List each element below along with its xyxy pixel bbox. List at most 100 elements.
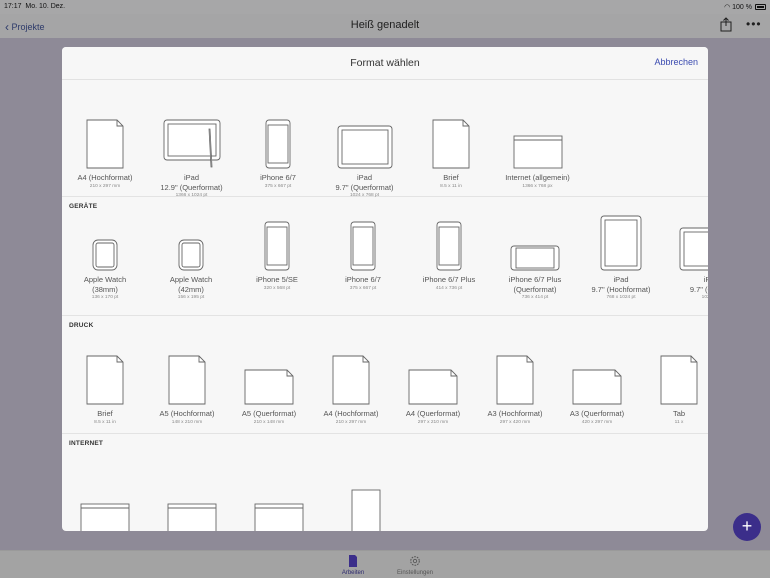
format-doc-portrait-icon: [432, 119, 470, 169]
format-name: Tab: [672, 409, 686, 418]
format-name: Brief: [97, 409, 113, 418]
format-option[interactable]: Internet: [62, 503, 148, 531]
format-phone-landscape-icon: [510, 245, 560, 271]
wifi-icon: ◠: [724, 4, 731, 11]
format-dimensions: 136 x 170 pt: [91, 295, 119, 300]
modal-header: Format wählen Abbrechen: [62, 47, 708, 80]
format-option[interactable]: Internet (allgemein): [149, 503, 235, 531]
section-title-devices: GERÄTE: [69, 203, 98, 210]
format-ipad-pencil-icon: [163, 119, 220, 168]
format-tablet-portrait-icon: [600, 215, 642, 271]
section-recent: A4 (Hochformat) 210 x 297 mm iPad 12.9" (Qu…: [62, 80, 708, 198]
format-name: A4 (Hochformat): [77, 173, 133, 182]
status-time-date: 17:17 Mo. 10. Dez.: [4, 3, 66, 10]
format-option[interactable]: Tab 11 x: [636, 355, 708, 425]
format-option[interactable]: iPhone 6/7 375 x 667 pt: [320, 221, 406, 291]
format-option[interactable]: iPhone 5/SE 320 x 568 pt: [234, 221, 320, 291]
format-name: A4 (Querformat): [405, 409, 461, 418]
format-doc-portrait-icon: [496, 355, 534, 405]
format-option[interactable]: A4 (Querformat) 297 x 210 mm: [390, 369, 476, 425]
format-option[interactable]: Brief 8.5 x 11 in: [408, 119, 494, 189]
battery-icon: [755, 4, 766, 10]
format-phone-icon: [436, 221, 462, 271]
format-name: iPhone 6/7 Plus: [422, 275, 476, 284]
format-dimensions: 1366 x 768 px: [522, 183, 553, 189]
section-devices: GERÄTE Apple Watch (38mm) 136 x 170 pt Appl…: [62, 197, 708, 316]
format-dimensions: 8.5 x 11 in: [440, 183, 462, 189]
format-option[interactable]: Apple Watch (38mm) 136 x 170 pt: [62, 239, 148, 300]
format-name: iPhone 6/7: [345, 275, 381, 284]
format-name: Apple Watch (38mm): [83, 275, 127, 294]
format-dimensions: 210 x 297 mm: [89, 183, 121, 189]
tab-works[interactable]: Arbeiten: [323, 554, 383, 576]
format-option[interactable]: Apple Watch (42mm) 156 x 195 pt: [148, 239, 234, 300]
format-web-wide-icon: [513, 135, 562, 169]
format-option[interactable]: iPad 12.9" (Querformat) 1366 x 1024 pt: [149, 117, 235, 198]
format-watch-icon: [178, 239, 204, 271]
format-option[interactable]: iPad 9.7" (Hochformat) 768 x 1024 pt: [578, 215, 664, 300]
format-option[interactable]: iPad 9.7" (Querformat) 1024 x 768 pt: [322, 125, 408, 198]
tab-settings[interactable]: Einstellungen: [385, 554, 445, 576]
format-dimensions: 768 x 1024 pt: [606, 295, 636, 300]
format-doc-landscape-icon: [408, 369, 458, 405]
format-name: Apple Watch (42mm): [169, 275, 213, 294]
more-icon[interactable]: •••: [746, 17, 762, 31]
format-option[interactable]: A5 (Hochformat) 148 x 210 mm: [144, 355, 230, 425]
format-doc-portrait-icon: [86, 119, 124, 169]
format-name: A5 (Hochformat): [159, 409, 215, 418]
format-name: iPad 12.9" (Querformat): [160, 173, 223, 192]
format-web-wide-icon: [167, 503, 217, 531]
format-dimensions: 210 x 148 mm: [253, 419, 285, 425]
format-option[interactable]: iPhone 6/7 Plus (Querformat) 736 x 414 pt: [492, 245, 578, 300]
format-name: A5 (Querformat): [241, 409, 297, 418]
format-dimensions: 297 x 420 mm: [499, 419, 531, 425]
format-option[interactable]: Internet (groß): [236, 503, 322, 531]
format-name: A4 (Hochformat): [323, 409, 379, 418]
format-name: Brief: [443, 173, 459, 182]
section-title-print: DRUCK: [69, 322, 94, 329]
format-option[interactable]: Brief 8.5 x 11 in: [62, 355, 148, 425]
format-phone-icon: [265, 119, 291, 169]
modal-title: Format wählen: [350, 57, 420, 69]
format-name: Internet (allgemein): [505, 173, 570, 182]
format-dimensions: 11 x: [674, 419, 684, 425]
format-dimensions: 420 x 297 mm: [581, 419, 613, 425]
format-doc-portrait-icon: [332, 355, 370, 405]
format-watch-icon: [92, 239, 118, 271]
format-dimensions: 156 x 195 pt: [177, 295, 205, 300]
format-option[interactable]: A3 (Querformat) 420 x 297 mm: [554, 369, 640, 425]
format-option[interactable]: A4 (Hochformat) 210 x 297 mm: [308, 355, 394, 425]
format-dimensions: 375 x 667 pt: [264, 183, 292, 189]
status-bar: 17:17 Mo. 10. Dez. ◠ 100 %: [0, 0, 770, 14]
section-print: DRUCK Brief 8.5 x 11 in A5 (Hochformat) 148…: [62, 316, 708, 434]
format-web-wide-icon: [80, 503, 130, 531]
format-picker-modal: Format wählen Abbrechen A4 (Hochformat) 2…: [62, 47, 708, 531]
format-dimensions: 1024: [701, 295, 708, 300]
format-dimensions: 297 x 210 mm: [417, 419, 449, 425]
format-option[interactable]: A5 (Querformat) 210 x 148 mm: [226, 369, 312, 425]
gear-icon: [410, 556, 420, 566]
status-battery-text: ◠ 100 %: [724, 4, 752, 11]
cancel-button[interactable]: Abbrechen: [654, 57, 698, 67]
tab-bar: Arbeiten Einstellungen: [0, 550, 770, 578]
format-option[interactable]: iPhone 6/7 375 x 667 pt: [235, 119, 321, 189]
format-doc-portrait-icon: [168, 355, 206, 405]
format-dimensions: 736 x 414 pt: [521, 295, 549, 300]
format-web-wide-icon: [254, 503, 304, 531]
add-button[interactable]: +: [733, 513, 761, 541]
section-title-internet: INTERNET: [69, 440, 104, 447]
format-option[interactable]: iPhone 6/7 Plus 414 x 736 pt: [406, 221, 492, 291]
format-option[interactable]: A4 (Hochformat) 210 x 297 mm: [62, 119, 148, 189]
share-icon[interactable]: [720, 17, 732, 32]
document-icon: [349, 555, 357, 567]
format-option[interactable]: iP9.7" (Quer1024: [664, 227, 708, 300]
format-option[interactable]: A3 (Hochformat) 297 x 420 mm: [472, 355, 558, 425]
format-option[interactable]: E-Mail: [323, 489, 409, 531]
format-dimensions: 210 x 297 mm: [335, 419, 367, 425]
nav-bar: ‹ Projekte Heiß genadelt •••: [0, 14, 770, 38]
format-option[interactable]: Internet (allgemein) 1366 x 768 px: [495, 135, 581, 189]
format-doc-portrait-icon: [86, 355, 124, 405]
format-dimensions: 320 x 568 pt: [263, 285, 291, 291]
format-name: iPhone 6/7: [260, 173, 296, 182]
format-name: A3 (Querformat): [569, 409, 625, 418]
